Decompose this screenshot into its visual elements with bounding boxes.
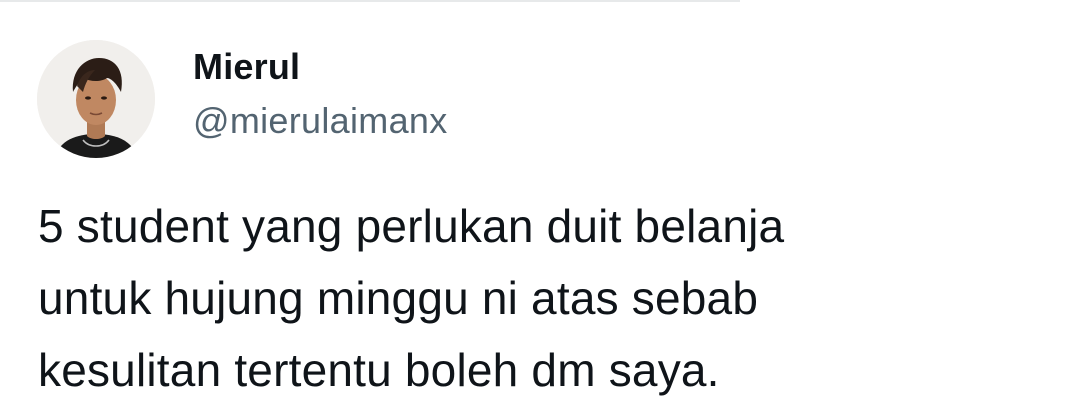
top-divider — [0, 0, 740, 2]
tweet-text: 5 student yang perlukan duit belanja unt… — [38, 190, 1038, 406]
tweet-text-line: kesulitan tertentu boleh dm saya. — [38, 344, 720, 396]
profile-photo-icon — [37, 40, 155, 158]
avatar[interactable] — [37, 40, 155, 158]
tweet-text-line: untuk hujung minggu ni atas sebab — [38, 272, 759, 324]
user-handle[interactable]: @mierulaimanx — [193, 98, 448, 144]
display-name[interactable]: Mierul — [193, 44, 300, 90]
tweet-text-line: 5 student yang perlukan duit belanja — [38, 200, 785, 252]
